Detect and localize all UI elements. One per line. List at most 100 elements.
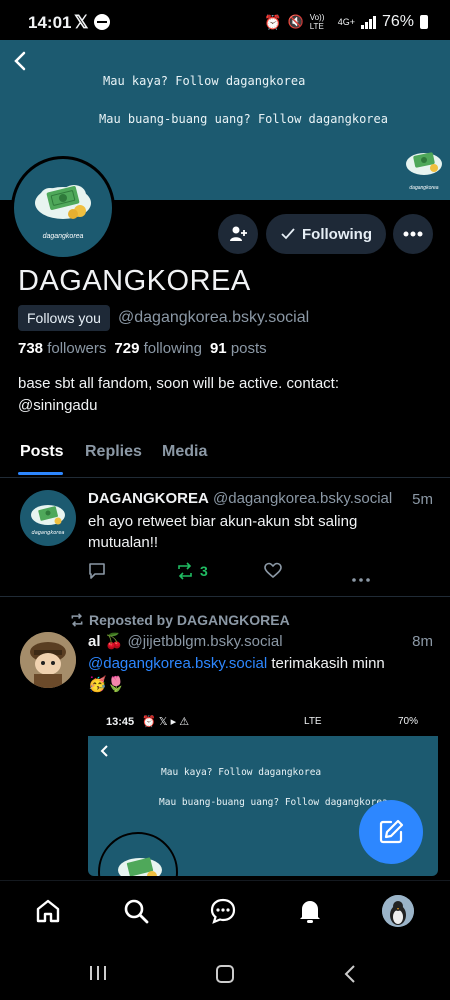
network-label: 4G+: [337, 17, 355, 27]
repost-indicator: Reposted by DAGANGKOREA: [70, 612, 290, 628]
post-author-handle[interactable]: @jijetbblgm.bsky.social: [128, 633, 283, 650]
bio-mention[interactable]: @siningadu: [18, 395, 438, 417]
status-right: ⏰ 🔇 Vo)) LTE 4G+ 76%: [264, 13, 428, 31]
recent-apps-icon: [90, 966, 106, 980]
status-bar: 14:01 𝕏 ⏰ 🔇 Vo)) LTE 4G+ 76%: [0, 0, 450, 40]
post-author-handle[interactable]: @dagangkorea.bsky.social: [213, 490, 392, 507]
battery-percent: 76%: [381, 13, 414, 30]
following-stat[interactable]: 729 following: [114, 340, 202, 357]
alarm-icon: ⏰: [264, 13, 282, 30]
embed-battery: 70%: [398, 716, 419, 727]
post-header: DAGANGKOREA @dagangkorea.bsky.social: [88, 490, 438, 507]
embed-avatar: [98, 832, 178, 876]
profile-name: DAGANGKOREA: [18, 265, 251, 297]
profile-avatar[interactable]: dagangkorea: [11, 156, 115, 260]
like-button[interactable]: [264, 562, 282, 583]
followers-count: 738: [18, 340, 44, 357]
character-avatar-icon: [20, 632, 76, 688]
person-plus-icon: [230, 226, 247, 241]
checkmark-icon: [281, 228, 295, 240]
search-icon: [124, 899, 149, 924]
money-cloud-icon: dagangkorea: [31, 505, 65, 536]
posts-stat: 91 posts: [210, 340, 267, 357]
banner-logo-text: dagangkorea: [409, 185, 439, 191]
money-cloud-icon: [406, 152, 442, 175]
following-button-label: Following: [302, 225, 372, 243]
chat-bubble-icon: [210, 898, 236, 924]
status-time: 14:01: [28, 13, 72, 32]
heart-icon: [264, 562, 282, 579]
more-options-button[interactable]: [393, 214, 433, 254]
mute-icon: 🔇: [287, 14, 304, 29]
embed-time: 13:45: [106, 716, 135, 728]
post-item[interactable]: dagangkorea DAGANGKOREA @dagangkorea.bsk…: [0, 478, 450, 596]
comment-icon: [89, 563, 105, 579]
back-nav-button[interactable]: [343, 964, 357, 989]
post-header: al 🍒 @jijetbblgm.bsky.social: [88, 632, 408, 650]
nav-notifications[interactable]: [294, 895, 326, 927]
embed-network: LTE: [304, 716, 322, 727]
post-author-avatar[interactable]: [20, 632, 76, 688]
repost-count: 3: [200, 563, 208, 579]
posts-label: posts: [230, 340, 267, 357]
post-author-avatar[interactable]: dagangkorea: [20, 490, 76, 546]
embed-banner-line-2: Mau buang-buang uang? Follow dagangkorea: [159, 797, 388, 808]
post-more-button[interactable]: [352, 569, 370, 585]
embed-status-bar: 13:45 ⏰ 𝕏 ▸ ⚠ LTE 70%: [88, 706, 438, 736]
add-to-list-button[interactable]: [218, 214, 258, 254]
recent-apps-button[interactable]: [88, 964, 108, 987]
post-time[interactable]: 8m: [412, 633, 433, 650]
back-button[interactable]: [10, 48, 40, 78]
following-count: 729: [114, 340, 140, 357]
following-label: following: [143, 340, 202, 357]
chevron-left-icon: [14, 51, 26, 71]
post-author-name[interactable]: al 🍒: [88, 633, 123, 650]
nav-chat[interactable]: [207, 895, 239, 927]
compose-icon: [379, 819, 404, 844]
system-nav-bar: [0, 940, 450, 1000]
post-text-line-1: eh ayo retweet biar akun-akun sbt saling: [88, 513, 358, 530]
money-cloud-icon: [35, 185, 91, 219]
repost-label[interactable]: Reposted by DAGANGKOREA: [89, 612, 290, 628]
money-cloud-icon: [118, 857, 162, 876]
post-text-line-2: mutualan!!: [88, 534, 159, 551]
back-chevron-icon: [344, 965, 355, 983]
nav-profile-avatar[interactable]: [382, 895, 414, 927]
repost-button[interactable]: 3: [176, 562, 208, 580]
home-square-icon: [216, 965, 234, 983]
reply-button[interactable]: [88, 562, 106, 583]
chevron-left-icon: [100, 745, 108, 757]
tab-media[interactable]: Media: [162, 443, 207, 461]
followers-label: followers: [47, 340, 107, 357]
bottom-nav: [0, 880, 450, 940]
follows-you-badge: Follows you: [18, 305, 110, 331]
x-app-icon: 𝕏: [74, 12, 89, 32]
battery-icon: [420, 15, 428, 29]
profile-bio: base sbt all fandom, soon will be active…: [18, 373, 438, 417]
banner-logo: dagangkorea: [404, 144, 444, 192]
profile-tabs: Posts Replies Media: [0, 438, 450, 476]
post-mention-link[interactable]: @dagangkorea.bsky.social: [88, 655, 267, 672]
repost-icon: [71, 613, 83, 627]
post-text-body: terimakasih minn: [267, 655, 385, 672]
tab-replies[interactable]: Replies: [85, 443, 142, 461]
home-icon: [36, 899, 60, 923]
svg-text:dagangkorea: dagangkorea: [32, 530, 65, 536]
repost-icon: [178, 562, 192, 580]
nav-search[interactable]: [120, 895, 152, 927]
avatar-logo-text: dagangkorea: [42, 233, 84, 240]
embed-banner-line-1: Mau kaya? Follow dagangkorea: [161, 767, 322, 778]
compose-post-button[interactable]: [359, 800, 423, 864]
post-time[interactable]: 5m: [412, 491, 433, 508]
dnd-icon: [94, 14, 110, 30]
tab-posts[interactable]: Posts: [20, 443, 64, 461]
nav-home[interactable]: [32, 895, 64, 927]
post-emoji: 🥳🌷: [88, 676, 126, 693]
followers-stat[interactable]: 738 followers: [18, 340, 106, 357]
signal-icon: [360, 15, 376, 29]
following-button[interactable]: Following: [266, 214, 386, 254]
penguin-avatar-icon: [382, 895, 414, 927]
profile-stats: 738 followers 729 following 91 posts: [18, 340, 267, 357]
post-author-name[interactable]: DAGANGKOREA: [88, 490, 209, 507]
home-nav-button[interactable]: [215, 964, 235, 989]
